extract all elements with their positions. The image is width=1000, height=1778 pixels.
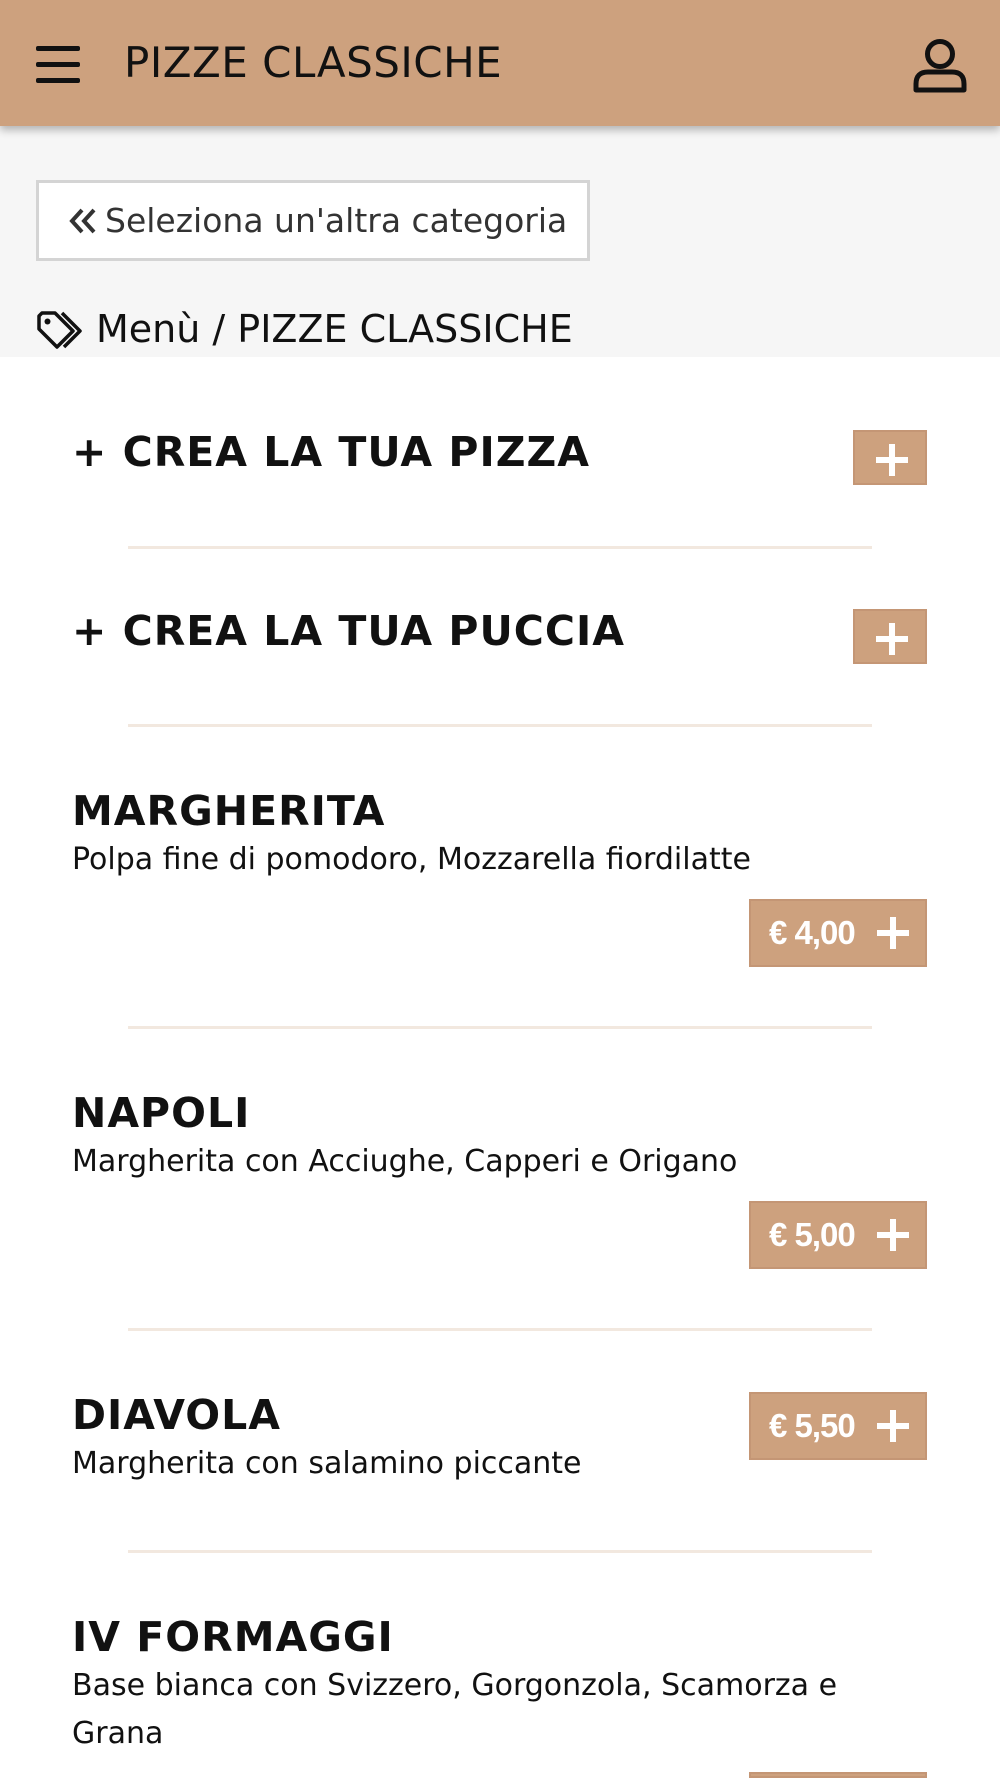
create-puccia-add-button[interactable] <box>853 609 927 664</box>
add-napoli-price-button[interactable]: € 5,00 <box>749 1201 927 1269</box>
price-label: € 5,00 <box>769 1216 856 1253</box>
product-iv-formaggi[interactable]: IV FORMAGGI Base bianca con Svizzero, Go… <box>72 1612 892 1758</box>
create-pizza-add-button[interactable] <box>853 430 927 485</box>
app-bar: PIZZE CLASSICHE <box>0 0 1000 126</box>
plus-icon <box>876 623 908 655</box>
divider <box>128 546 872 549</box>
tag-icon <box>37 311 82 349</box>
create-puccia-item[interactable]: + CREA LA TUA PUCCIA <box>72 606 928 656</box>
product-description: Margherita con Acciughe, Capperi e Origa… <box>72 1144 738 1179</box>
product-name: MARGHERITA <box>72 787 386 835</box>
divider <box>128 724 872 727</box>
page-title: PIZZE CLASSICHE <box>124 38 503 87</box>
plus-icon <box>877 1410 909 1442</box>
hamburger-menu-icon[interactable] <box>32 40 84 88</box>
plus-icon <box>876 444 908 476</box>
select-other-category-button[interactable]: Seleziona un'altra categoria <box>36 180 590 261</box>
product-description: Polpa fine di pomodoro, Mozzarella fiord… <box>72 842 751 877</box>
breadcrumb-text: Menù / PIZZE CLASSICHE <box>96 307 573 351</box>
create-pizza-item[interactable]: + CREA LA TUA PIZZA <box>72 427 928 477</box>
product-description: Base bianca con Svizzero, Gorgonzola, Sc… <box>72 1668 838 1751</box>
divider <box>128 1328 872 1331</box>
add-margherita-price-button[interactable]: € 4,00 <box>749 899 927 967</box>
plus-icon <box>877 1219 909 1251</box>
back-button-label: Seleziona un'altra categoria <box>105 201 568 240</box>
product-name: NAPOLI <box>72 1089 251 1137</box>
item-name: + CREA LA TUA PUCCIA <box>72 607 625 655</box>
double-chevron-left-icon <box>69 208 96 234</box>
divider <box>128 1026 872 1029</box>
add-diavola-price-button[interactable]: € 5,50 <box>749 1392 927 1460</box>
product-name: IV FORMAGGI <box>72 1613 394 1661</box>
product-margherita[interactable]: MARGHERITA Polpa fine di pomodoro, Mozza… <box>72 786 928 884</box>
product-napoli[interactable]: NAPOLI Margherita con Acciughe, Capperi … <box>72 1088 928 1186</box>
price-label: € 4,00 <box>769 914 856 951</box>
plus-icon <box>877 917 909 949</box>
add-iv-formaggi-price-button[interactable] <box>749 1772 927 1778</box>
divider <box>128 1550 872 1553</box>
user-icon[interactable] <box>910 36 970 96</box>
item-name: + CREA LA TUA PIZZA <box>72 428 590 476</box>
price-label: € 5,50 <box>769 1407 856 1444</box>
